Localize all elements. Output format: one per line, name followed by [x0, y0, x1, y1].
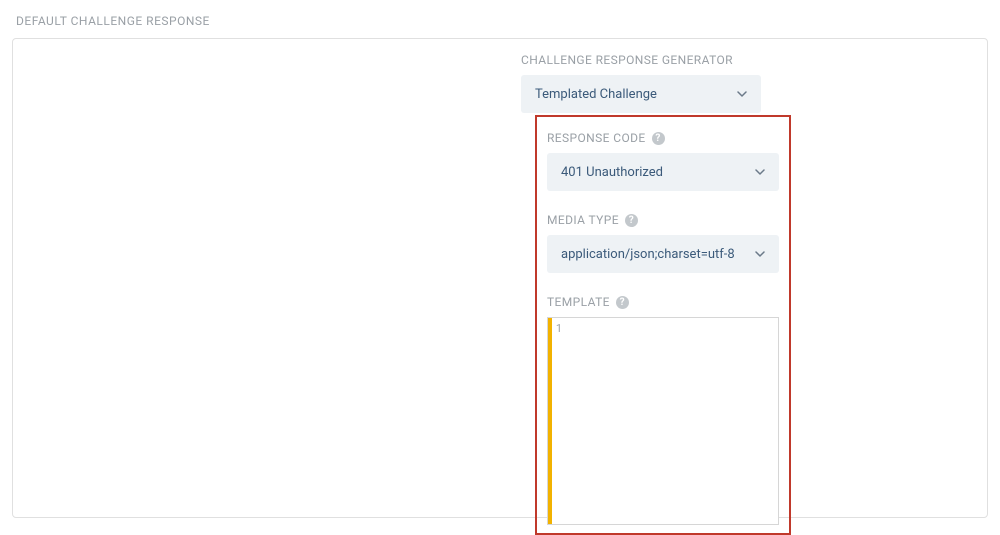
generator-label: CHALLENGE RESPONSE GENERATOR [521, 53, 791, 67]
response-code-label-text: RESPONSE CODE [547, 131, 646, 145]
response-code-label: RESPONSE CODE ? [547, 131, 779, 145]
generator-value: Templated Challenge [535, 87, 657, 102]
help-icon[interactable]: ? [652, 132, 665, 145]
media-type-label-text: MEDIA TYPE [547, 213, 619, 227]
editor-gutter: 1 [548, 318, 566, 524]
chevron-down-icon [755, 249, 765, 259]
chevron-down-icon [737, 89, 747, 99]
generator-select[interactable]: Templated Challenge [521, 75, 761, 113]
media-type-label: MEDIA TYPE ? [547, 213, 779, 227]
line-number: 1 [552, 322, 562, 335]
response-code-value: 401 Unauthorized [561, 165, 663, 180]
chevron-down-icon [755, 167, 765, 177]
response-code-select[interactable]: 401 Unauthorized [547, 153, 779, 191]
generator-label-text: CHALLENGE RESPONSE GENERATOR [521, 53, 733, 67]
editor-body[interactable] [566, 318, 778, 524]
template-label: TEMPLATE ? [547, 295, 779, 309]
template-label-text: TEMPLATE [547, 295, 610, 309]
settings-panel: CHALLENGE RESPONSE GENERATOR Templated C… [12, 38, 988, 518]
media-type-value: application/json;charset=utf-8 [561, 247, 735, 262]
media-type-select[interactable]: application/json;charset=utf-8 [547, 235, 779, 273]
help-icon[interactable]: ? [625, 214, 638, 227]
section-title: DEFAULT CHALLENGE RESPONSE [0, 0, 1000, 38]
help-icon[interactable]: ? [616, 296, 629, 309]
template-editor[interactable]: 1 [547, 317, 779, 525]
highlighted-group: RESPONSE CODE ? 401 Unauthorized MEDIA T… [535, 115, 791, 535]
